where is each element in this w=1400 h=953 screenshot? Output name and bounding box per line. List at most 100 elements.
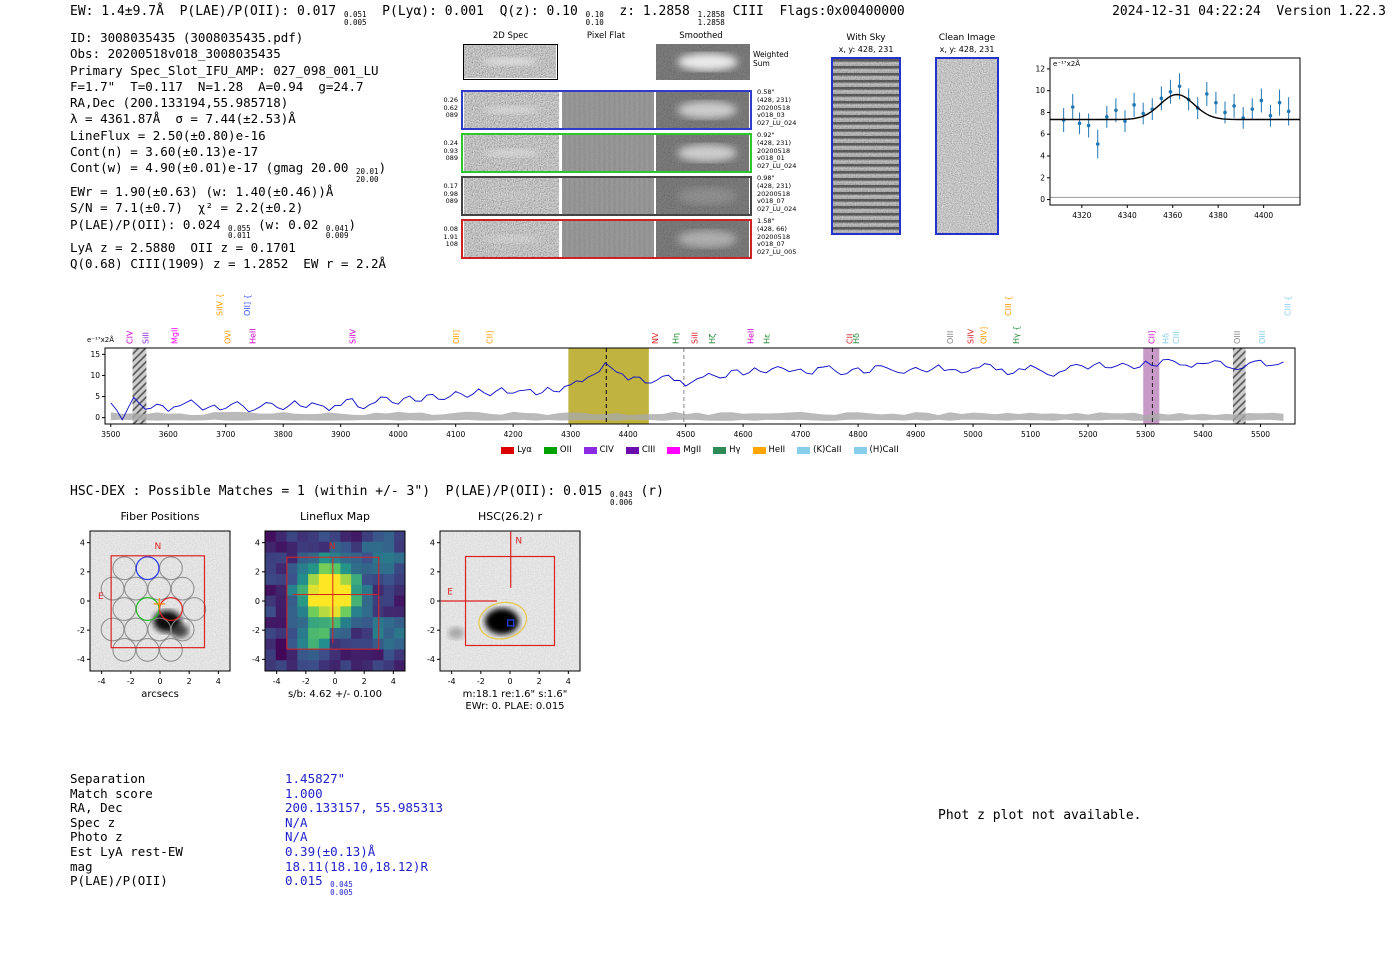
heatmap-cell: [383, 660, 395, 671]
data-point: [1259, 98, 1264, 103]
legend-label: (K)CaII: [813, 445, 842, 455]
heatmap-cell: [372, 531, 384, 543]
info-line: Q(0.68) CIII(1909) z = 1.2852 EW r = 2.2…: [70, 256, 386, 272]
heatmap-cell: [394, 606, 405, 618]
text-segment: λ = 4361.87Å σ = 7.44(±2.53)Å: [70, 111, 296, 127]
spec2d-cell: [656, 92, 749, 128]
heatmap-cell: [361, 531, 374, 543]
y-tick-label: 15: [90, 350, 100, 359]
heatmap-cell: [308, 531, 320, 543]
y-tick-label: -4: [427, 655, 435, 664]
match-field-label: Spec z: [70, 814, 116, 830]
heatmap-cell: [286, 649, 298, 661]
smooth-image: [656, 135, 749, 171]
y-tick-label: 0: [95, 413, 100, 422]
full-spectrum-plot: 3500 3600 3700 3800 3900 4000 4100 4200 4300 4400…: [87, 293, 1296, 439]
heatmap-cell: [394, 617, 405, 629]
info-line: ID: 3008035435 (3008035435.pdf): [70, 30, 386, 46]
data-point: [1077, 121, 1082, 126]
x-tick-label: 5500: [1251, 430, 1270, 439]
heatmap-cell: [394, 649, 405, 661]
x-tick-label: 4340: [1118, 211, 1137, 220]
spec2d-fiber-row: [461, 176, 752, 216]
heatmap-cell: [351, 541, 363, 554]
spec2d-cell: [656, 221, 749, 257]
data-point: [1277, 100, 1282, 105]
spec2d-row-info: 1.58" (428, 66) 20200518 v018_07 027_LU_005: [757, 217, 821, 257]
heatmap-cell: [297, 627, 309, 640]
spec2d-fiber-row: [461, 219, 752, 259]
y-tick-label: 4: [430, 538, 435, 547]
legend-item: CIV: [583, 445, 614, 455]
x-tick-label: 4400: [619, 430, 638, 439]
x-tick-label: -2: [127, 677, 135, 685]
match-field-label: Photo z: [70, 829, 123, 845]
heatmap-cell: [265, 574, 277, 586]
match-field-label: RA, Dec: [70, 800, 123, 816]
x-tick-label: 4500: [676, 430, 695, 439]
legend-color-swatch: [543, 446, 557, 454]
compass-north-label: N: [329, 542, 336, 552]
data-point: [1105, 115, 1109, 119]
match-table-row: P(LAE)/P(OII) 0.015 0.045 0.005: [70, 873, 443, 897]
heatmap-cell: [275, 660, 288, 671]
lower-uncertainty: 20.00: [355, 175, 379, 185]
stacked-uncertainty: 0.045 0.005: [330, 881, 353, 897]
heatmap-cell: [329, 627, 341, 640]
emission-line-label: Hγ {: [1012, 326, 1021, 344]
heatmap-cell: [372, 649, 384, 661]
x-tick-label: -4: [448, 677, 456, 685]
text-segment: HSC-DEX : Possible Matches = 1 (within +…: [70, 484, 611, 499]
text-segment: Q(0.68) CIII(1909) z = 1.2852 EW r = 2.2…: [70, 256, 387, 272]
x-tick-label: 4380: [1209, 211, 1228, 220]
text-segment: (r): [632, 484, 664, 499]
heatmap-cell: [361, 617, 374, 629]
heatmap-cell: [265, 649, 277, 661]
heatmap-cell: [297, 595, 309, 607]
text-segment: ID: 3008035435 (3008035435.pdf): [70, 30, 304, 45]
lineflux-map-plot: N -4 -4 -2 -2 0 0 2 2 4 4: [252, 530, 406, 686]
spec2d-row-info: 0.98" (428, 231) 20200518 v018_07 027_LU_024: [757, 174, 821, 214]
gaussian-fit-curve: [1050, 93, 1300, 121]
heatmap-cell: [329, 606, 341, 618]
text-segment: Primary Spec_Slot_IFU_AMP: 027_098_001_L…: [70, 62, 379, 78]
hsc-cutout: HSC(26.2) r N E -4 -4 -2 -2 0 0 2 2 4 4 m:18.1 re:1…: [408, 510, 593, 713]
fiber-info-value: 027_LU_005: [757, 248, 797, 257]
x-tick-label: 5300: [1136, 430, 1155, 439]
match-table-row: Match score 1.000: [70, 786, 443, 802]
lower-uncertainty: 0.006: [610, 497, 633, 507]
stacked-uncertainty: 0.041 0.009: [326, 224, 349, 241]
x-tick-label: 4300: [561, 430, 580, 439]
heatmap-cell: [394, 627, 405, 640]
heatmap-cell: [275, 552, 288, 564]
hsc-cutout-plot: NE-4-4-2-2002244: [427, 530, 581, 686]
heatmap-cell: [383, 552, 395, 564]
heatmap-cell: [361, 541, 374, 554]
legend-color-swatch: [625, 446, 639, 454]
info-line: LyA z = 2.5880 OII z = 0.1701: [70, 240, 386, 256]
clean-image: [937, 59, 997, 233]
y-tick-label: 6: [1040, 130, 1045, 139]
heatmap-cell: [394, 531, 405, 543]
info-line: LineFlux = 2.50(±0.80)e-16: [70, 128, 386, 144]
fiber-positions-plot: NE-4-4-2-2002244: [77, 530, 231, 686]
y-tick-label: -4: [77, 655, 85, 664]
x-tick-label: 3600: [159, 430, 178, 439]
heatmap-cell: [329, 574, 341, 586]
match-field-value: 1.000: [285, 786, 323, 801]
heatmap-cell: [329, 563, 341, 575]
compass-east-label: E: [98, 592, 104, 602]
heatmap-cell: [383, 574, 395, 586]
stacked-uncertainty: 0.043 0.006: [610, 491, 633, 507]
text-segment: Cont(w) = 4.90(±0.01)e-17 (gmag 20.00: [70, 160, 356, 176]
heatmap-cell: [351, 617, 363, 629]
fiber-info-value: 027_LU_024: [757, 162, 797, 171]
text-segment: Cont(n) = 3.60(±0.13)e-17: [70, 144, 259, 160]
heatmap-cell: [286, 531, 298, 543]
x-tick-label: 2: [537, 677, 542, 685]
text-segment: P(LAE)/P(OII): 0.024: [70, 216, 229, 232]
heatmap-cell: [275, 541, 288, 554]
cleanimage-coords: x, y: 428, 231: [939, 45, 995, 54]
legend-label: OII: [559, 445, 572, 455]
info-line: RA,Dec (200.133194,55.985718): [70, 95, 386, 111]
